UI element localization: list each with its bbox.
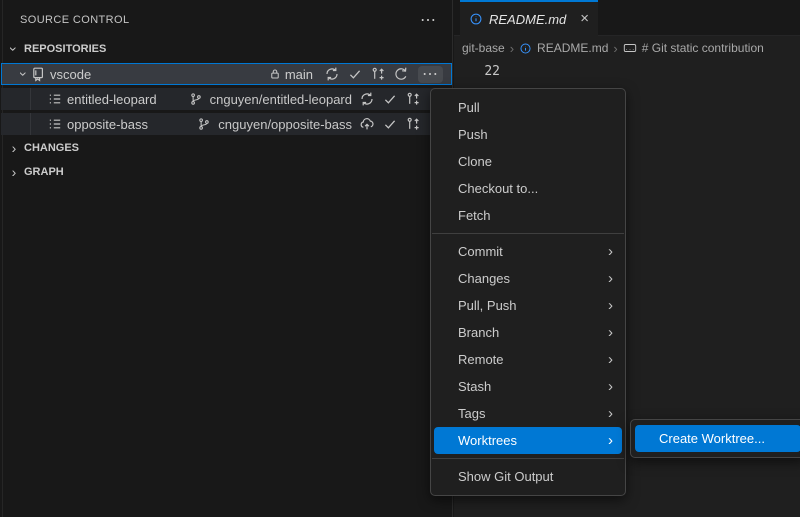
chevron-down-icon: ›: [8, 43, 20, 55]
menu-separator: [432, 458, 624, 459]
check-icon[interactable]: [382, 116, 398, 132]
menu-item-branch[interactable]: Branch›: [434, 319, 622, 346]
remote-branch-name: cnguyen/entitled-leopard: [210, 92, 352, 107]
menu-item-create-worktree[interactable]: Create Worktree...: [635, 425, 800, 452]
repo-row-entitled-leopard[interactable]: entitled-leopard cnguyen/entitled-leopar…: [1, 88, 452, 110]
list-tree-icon: [47, 116, 63, 132]
repository-context-menu: Pull Push Clone Checkout to... Fetch Com…: [430, 88, 626, 496]
tab-bar: README.md ×: [454, 0, 800, 36]
list-tree-icon: [47, 91, 63, 107]
breadcrumb-file[interactable]: README.md: [537, 41, 608, 55]
worktrees-submenu: Create Worktree...: [630, 419, 800, 458]
breadcrumb-folder[interactable]: git-base: [462, 41, 505, 55]
menu-item-pull[interactable]: Pull: [434, 94, 622, 121]
git-branch-icon: [197, 117, 211, 131]
repo-row-vscode[interactable]: › vscode main ⋯: [1, 63, 452, 85]
create-branch-icon[interactable]: [370, 66, 386, 82]
menu-item-remote[interactable]: Remote›: [434, 346, 622, 373]
menu-item-checkout[interactable]: Checkout to...: [434, 175, 622, 202]
source-control-panel: SOURCE CONTROL ⋯ › REPOSITORIES › vscode…: [0, 0, 453, 517]
repositories-section-header[interactable]: › REPOSITORIES: [1, 38, 452, 60]
create-branch-icon[interactable]: [405, 116, 421, 132]
menu-item-push[interactable]: Push: [434, 121, 622, 148]
discard-icon[interactable]: [393, 66, 409, 82]
tab-readme[interactable]: README.md ×: [460, 0, 598, 36]
line-number: 22: [470, 64, 500, 79]
menu-item-show-git-output[interactable]: Show Git Output: [434, 463, 622, 490]
menu-item-stash[interactable]: Stash›: [434, 373, 622, 400]
chevron-right-icon: ›: [608, 298, 613, 313]
info-icon: [519, 42, 532, 55]
check-icon[interactable]: [347, 66, 363, 82]
menu-item-fetch[interactable]: Fetch: [434, 202, 622, 229]
repo-icon: [30, 66, 46, 82]
chevron-right-icon: ›: [608, 271, 613, 286]
chevron-down-icon[interactable]: ›: [18, 68, 30, 80]
sync-icon[interactable]: [324, 66, 340, 82]
menu-item-changes[interactable]: Changes›: [434, 265, 622, 292]
chevron-right-icon: ›: [510, 41, 514, 56]
menu-item-pull-push[interactable]: Pull, Push›: [434, 292, 622, 319]
symbol-string-icon: [623, 41, 637, 55]
chevron-right-icon: ›: [608, 379, 613, 394]
lock-icon: [268, 67, 282, 81]
menu-item-commit[interactable]: Commit›: [434, 238, 622, 265]
breadcrumb-symbol[interactable]: # Git static contribution: [642, 41, 764, 55]
menu-item-clone[interactable]: Clone: [434, 148, 622, 175]
repo-row-opposite-bass[interactable]: opposite-bass cnguyen/opposite-bass: [1, 113, 452, 135]
changes-header-label: CHANGES: [24, 142, 79, 154]
menu-item-tags[interactable]: Tags›: [434, 400, 622, 427]
branch-status[interactable]: main: [268, 67, 313, 82]
repo-name: vscode: [50, 67, 91, 82]
breadcrumb: git-base › README.md › # Git static cont…: [454, 36, 800, 60]
chevron-right-icon: ›: [608, 244, 613, 259]
repo-name: opposite-bass: [67, 117, 148, 132]
views-more-actions-button[interactable]: ⋯: [416, 11, 441, 30]
changes-section-header[interactable]: › CHANGES: [1, 137, 452, 159]
check-icon[interactable]: [382, 91, 398, 107]
create-branch-icon[interactable]: [405, 91, 421, 107]
tab-title: README.md: [489, 12, 566, 27]
chevron-right-icon: ›: [613, 41, 617, 56]
remote-branch-name: cnguyen/opposite-bass: [218, 117, 352, 132]
sync-icon[interactable]: [359, 91, 375, 107]
repositories-header-label: REPOSITORIES: [24, 43, 106, 55]
ellipsis-icon: ⋯: [420, 12, 437, 29]
menu-separator: [432, 233, 624, 234]
git-branch-icon: [189, 92, 203, 106]
chevron-right-icon: ›: [608, 325, 613, 340]
graph-header-label: GRAPH: [24, 166, 64, 178]
chevron-right-icon: ›: [8, 166, 20, 178]
source-control-titlebar: SOURCE CONTROL ⋯: [0, 6, 453, 34]
chevron-right-icon: ›: [608, 352, 613, 367]
repo-more-actions-button[interactable]: ⋯: [418, 66, 443, 83]
repo-name: entitled-leopard: [67, 92, 157, 107]
branch-name: main: [285, 67, 313, 82]
ellipsis-icon: ⋯: [422, 66, 439, 83]
menu-item-worktrees[interactable]: Worktrees›: [434, 427, 622, 454]
panel-title: SOURCE CONTROL: [20, 14, 130, 26]
info-icon: [469, 12, 483, 26]
cloud-upload-icon[interactable]: [359, 116, 375, 132]
close-icon[interactable]: ×: [580, 12, 589, 26]
chevron-right-icon: ›: [608, 406, 613, 421]
chevron-right-icon: ›: [8, 142, 20, 154]
graph-section-header[interactable]: › GRAPH: [1, 161, 452, 183]
chevron-right-icon: ›: [608, 433, 613, 448]
